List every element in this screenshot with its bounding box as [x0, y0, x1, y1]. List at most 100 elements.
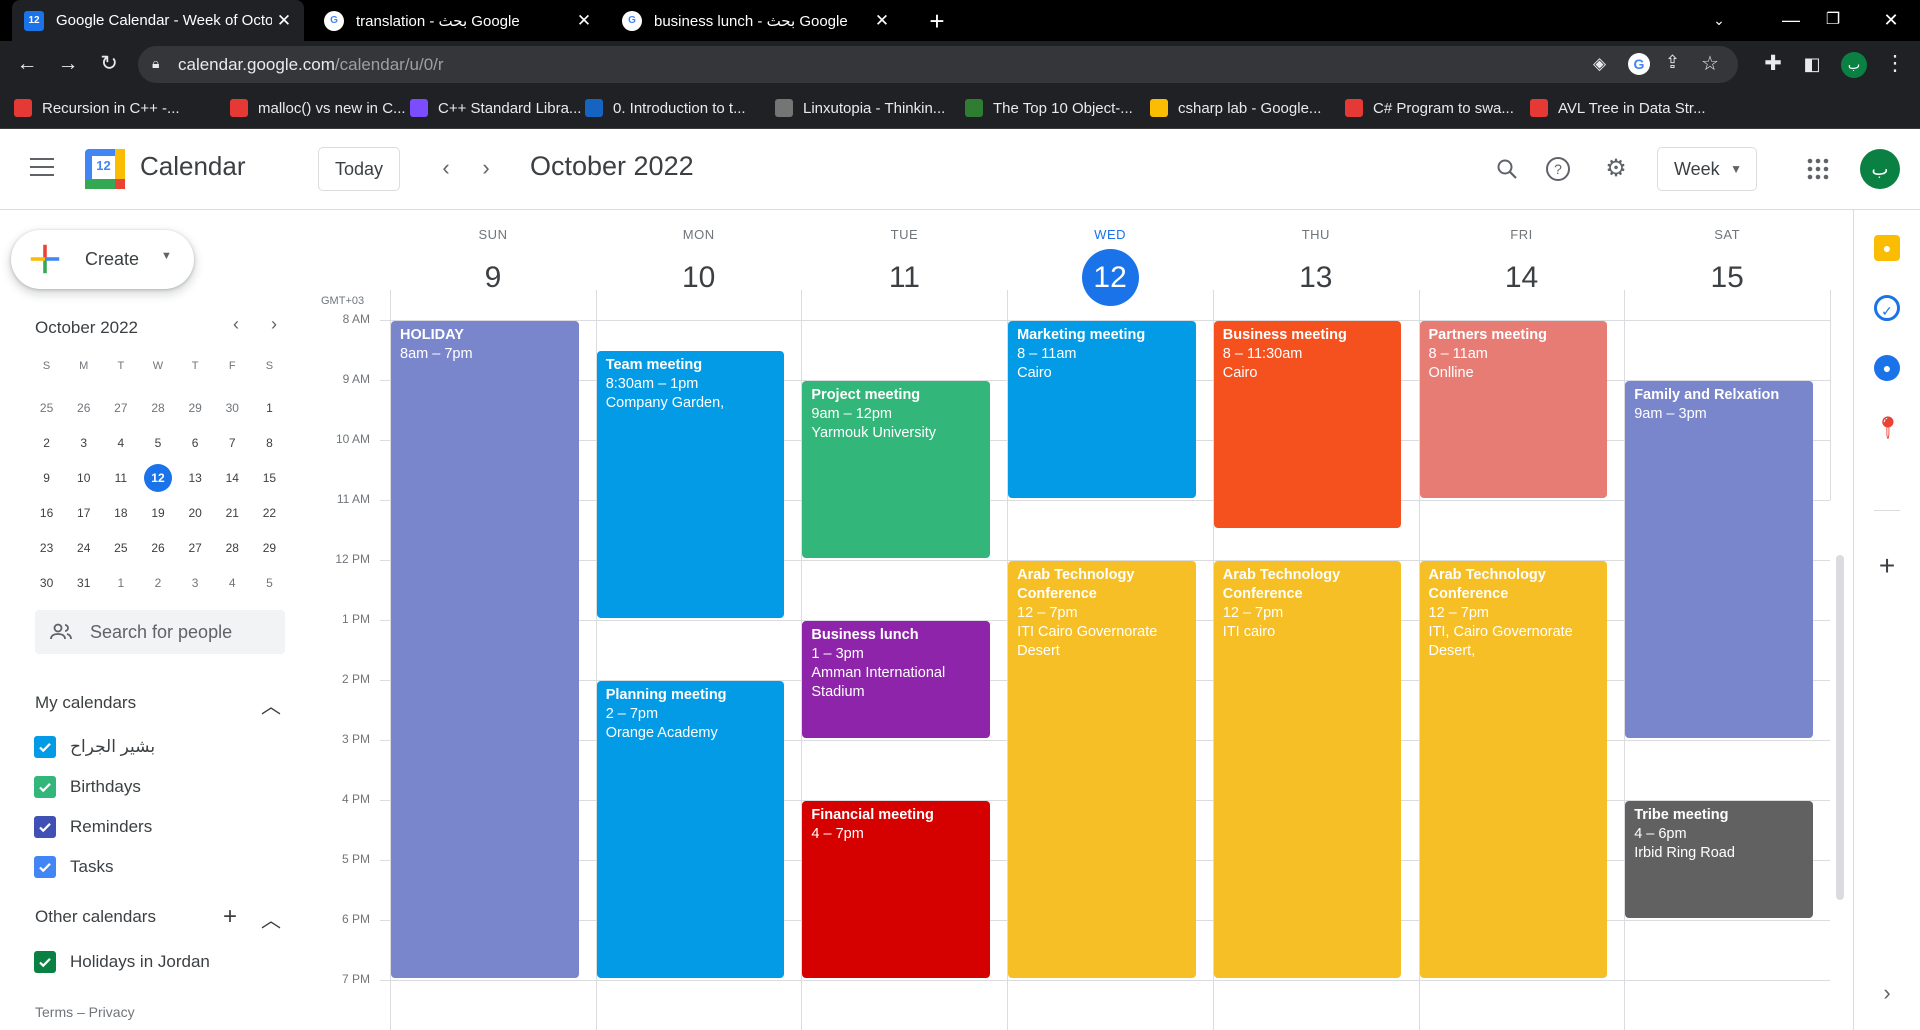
- mini-day[interactable]: 25: [28, 401, 65, 415]
- checkbox-checked-icon[interactable]: [34, 776, 56, 798]
- profile-avatar[interactable]: ب: [1841, 52, 1867, 78]
- bookmark-item[interactable]: 0. Introduction to t...: [585, 88, 746, 128]
- mini-day[interactable]: 4: [214, 576, 251, 590]
- collapse-other-calendars-icon[interactable]: ︿: [259, 904, 283, 932]
- close-tab-icon[interactable]: ✕: [272, 11, 296, 31]
- bookmark-item[interactable]: Linxutopia - Thinkin...: [775, 88, 945, 128]
- day-header[interactable]: WED 12: [1007, 227, 1213, 306]
- calendar-event[interactable]: Business meeting 8 – 11:30am Cairo: [1213, 321, 1402, 528]
- calendar-event[interactable]: Team meeting 8:30am – 1pm Company Garden,: [596, 351, 785, 618]
- mini-day[interactable]: 8: [251, 436, 288, 450]
- mini-day[interactable]: 9: [28, 471, 65, 485]
- mini-day[interactable]: 10: [65, 471, 102, 485]
- lens-icon[interactable]: ◈: [1593, 54, 1606, 74]
- grid-scrollbar[interactable]: [1836, 555, 1844, 900]
- create-button[interactable]: Create ▼: [11, 230, 194, 289]
- calendar-list-item[interactable]: Reminders: [34, 812, 152, 842]
- mini-day[interactable]: 17: [65, 506, 102, 520]
- address-bar[interactable]: 🔒︎ calendar.google.com/calendar/u/0/r ◈ …: [138, 46, 1738, 83]
- day-header[interactable]: SUN 9: [390, 227, 596, 306]
- reload-icon[interactable]: ↻: [94, 49, 124, 79]
- mini-day[interactable]: 23: [28, 541, 65, 555]
- bookmark-item[interactable]: The Top 10 Object-...: [965, 88, 1133, 128]
- bookmark-item[interactable]: C# Program to swa...: [1345, 88, 1514, 128]
- mini-day[interactable]: 12: [139, 463, 176, 492]
- close-tab-icon[interactable]: ✕: [572, 11, 596, 31]
- mini-day[interactable]: 15: [251, 471, 288, 485]
- checkbox-checked-icon[interactable]: [34, 736, 56, 758]
- other-calendars-title[interactable]: Other calendars: [35, 907, 156, 927]
- restore-icon[interactable]: ❐: [1810, 0, 1856, 41]
- calendar-event[interactable]: Marketing meeting 8 – 11am Cairo: [1008, 321, 1196, 498]
- get-add-ons-icon[interactable]: +: [1874, 550, 1900, 582]
- mini-day[interactable]: 31: [65, 576, 102, 590]
- bookmark-item[interactable]: Recursion in C++ -...: [14, 88, 180, 128]
- calendar-event[interactable]: Business lunch 1 – 3pm Amman International…: [802, 621, 991, 738]
- calendar-event[interactable]: Planning meeting 2 – 7pm Orange Academy: [596, 681, 785, 978]
- calendar-event[interactable]: Financial meeting 4 – 7pm: [802, 801, 991, 978]
- mini-prev-month-icon[interactable]: ‹: [224, 314, 248, 338]
- bookmark-item[interactable]: AVL Tree in Data Str...: [1530, 88, 1706, 128]
- mini-day[interactable]: 3: [65, 436, 102, 450]
- day-header[interactable]: SAT 15: [1624, 227, 1830, 306]
- next-week-icon[interactable]: ›: [468, 151, 504, 187]
- help-icon[interactable]: ?: [1538, 149, 1578, 189]
- mini-day[interactable]: 26: [65, 401, 102, 415]
- mini-day[interactable]: 5: [139, 436, 176, 450]
- mini-day[interactable]: 26: [139, 541, 176, 555]
- view-switcher-button[interactable]: Week ▼: [1657, 147, 1757, 191]
- mini-day[interactable]: 2: [139, 576, 176, 590]
- mini-day[interactable]: 3: [177, 576, 214, 590]
- search-people-input[interactable]: Search for people: [35, 610, 285, 654]
- mini-day[interactable]: 1: [251, 401, 288, 415]
- google-translate-icon[interactable]: G: [1628, 53, 1650, 75]
- bookmark-star-icon[interactable]: ☆: [1701, 51, 1719, 76]
- close-window-icon[interactable]: ✕: [1868, 0, 1914, 41]
- mini-day[interactable]: 28: [214, 541, 251, 555]
- today-button[interactable]: Today: [318, 147, 400, 191]
- calendar-event[interactable]: Project meeting 9am – 12pm Yarmouk Univers…: [802, 381, 991, 558]
- forward-icon[interactable]: →: [53, 49, 83, 79]
- settings-gear-icon[interactable]: ⚙: [1596, 149, 1636, 189]
- mini-day[interactable]: 19: [139, 506, 176, 520]
- calendar-list-item[interactable]: Birthdays: [34, 772, 141, 802]
- day-number[interactable]: 10: [670, 249, 727, 306]
- add-other-calendar-icon[interactable]: +: [218, 903, 242, 930]
- day-number[interactable]: 12: [1081, 249, 1139, 306]
- mini-day[interactable]: 2: [28, 436, 65, 450]
- mini-day[interactable]: 5: [251, 576, 288, 590]
- mini-day[interactable]: 30: [28, 576, 65, 590]
- contacts-icon[interactable]: ●: [1874, 355, 1900, 381]
- back-icon[interactable]: ←: [12, 49, 42, 79]
- mini-day[interactable]: 4: [102, 436, 139, 450]
- mini-day[interactable]: 18: [102, 506, 139, 520]
- side-panel-icon[interactable]: ◧: [1797, 49, 1827, 79]
- new-tab-icon[interactable]: +: [922, 4, 952, 38]
- my-calendars-title[interactable]: My calendars: [35, 693, 136, 713]
- mini-day[interactable]: 29: [251, 541, 288, 555]
- calendar-event[interactable]: Partners meeting 8 – 11am Onlline: [1419, 321, 1608, 498]
- day-number[interactable]: 14: [1493, 249, 1550, 306]
- mini-day[interactable]: 30: [214, 401, 251, 415]
- bookmark-item[interactable]: C++ Standard Libra...: [410, 88, 581, 128]
- browser-tab-business-lunch[interactable]: G business lunch - بحث Google ✕: [610, 0, 902, 41]
- mini-day[interactable]: 16: [28, 506, 65, 520]
- calendar-list-item[interactable]: بشير الجراح: [34, 732, 155, 762]
- mini-day[interactable]: 7: [214, 436, 251, 450]
- mini-day[interactable]: 11: [102, 471, 139, 485]
- mini-day[interactable]: 14: [214, 471, 251, 485]
- terms-privacy-link[interactable]: Terms – Privacy: [35, 1004, 135, 1020]
- tab-search-icon[interactable]: ⌄: [1696, 0, 1742, 41]
- day-header[interactable]: FRI 14: [1419, 227, 1625, 306]
- show-side-panel-icon[interactable]: ›: [1874, 980, 1900, 1006]
- calendar-event[interactable]: Arab Technology Conference 12 – 7pm ITI, C…: [1419, 561, 1608, 978]
- checkbox-checked-icon[interactable]: [34, 856, 56, 878]
- mini-day[interactable]: 20: [177, 506, 214, 520]
- mini-day[interactable]: 22: [251, 506, 288, 520]
- browser-tab-calendar[interactable]: 12 Google Calendar - Week of October 9 ✕: [12, 0, 304, 41]
- browser-tab-translation[interactable]: G translation - بحث Google ✕: [312, 0, 604, 41]
- mini-day[interactable]: 28: [139, 401, 176, 415]
- day-header[interactable]: THU 13: [1213, 227, 1419, 306]
- calendar-event[interactable]: HOLIDAY 8am – 7pm: [391, 321, 579, 978]
- maps-icon[interactable]: 📍︎: [1874, 415, 1902, 441]
